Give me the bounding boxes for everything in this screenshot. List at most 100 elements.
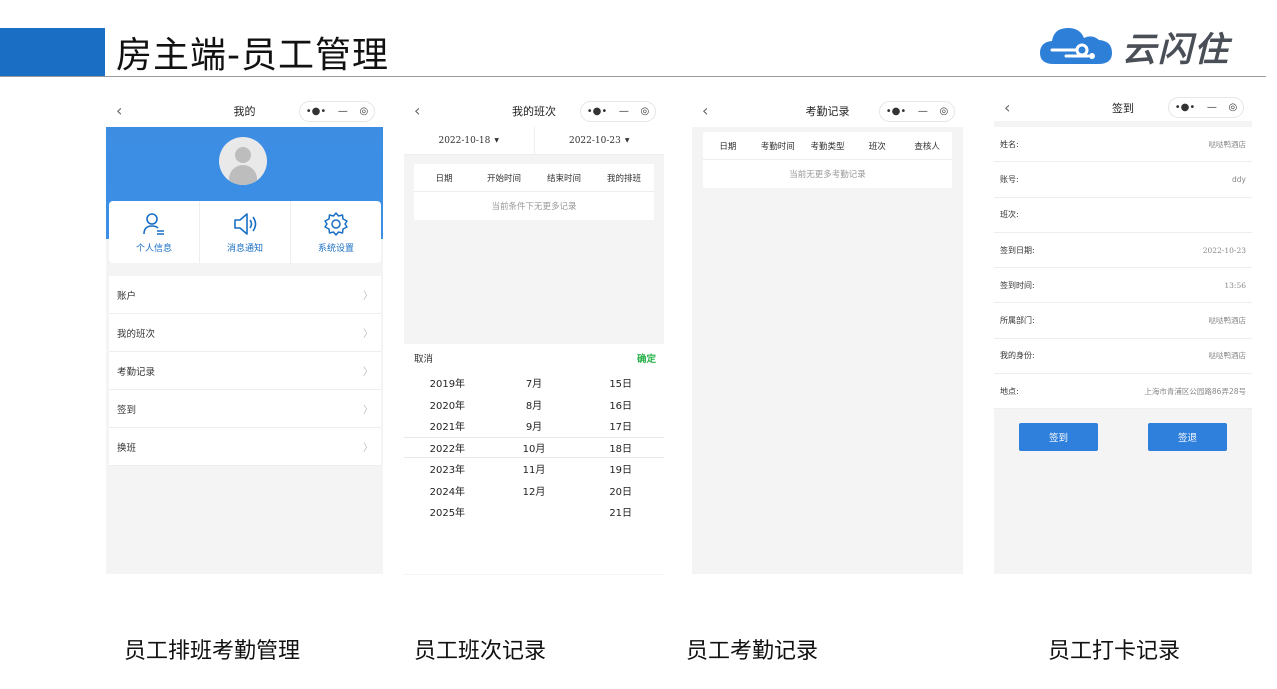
end-date-select[interactable]: 2022-10-23 ▼ [535,127,665,154]
column-header: 查核人 [914,141,940,152]
picker-month-option: 7月 [525,379,543,391]
close-target-icon[interactable]: ◎ [359,106,368,117]
picker-row[interactable]: 2022年 10月 18日 [404,436,664,458]
form-row: 我的身份: 哒哒鸭酒店 [994,339,1252,375]
start-date-value: 2022-10-18 [438,135,491,146]
minimize-icon[interactable]: — [1207,102,1217,113]
more-icon[interactable]: •●• [306,106,327,117]
caption-attendance: 员工考勤记录 [686,639,819,664]
speaker-icon [234,212,257,235]
back-arrow-icon[interactable]: ‹ [414,101,420,120]
sign-in-button[interactable]: 签到 [1019,423,1098,451]
picker-row[interactable]: 2023年 11月 19日 [404,458,664,480]
picker-day-option: 18日 [609,443,633,455]
picker-row[interactable]: 2020年 8月 16日 [404,394,664,416]
sign-out-button[interactable]: 签退 [1148,423,1227,451]
form-row: 签到时间: 13:56 [994,268,1252,304]
phone-sign-in: ‹ 签到 •●• — ◎ 姓名: 哒哒鸭酒店 账号: ddy 班次: 签到日期: 2022-… [994,95,1252,574]
back-arrow-icon[interactable]: ‹ [116,101,122,120]
column-header: 班次 [868,141,886,152]
shift-table: 日期 开始时间 结束时间 我的排班 当前条件下无更多记录 [414,164,654,220]
column-header: 结束时间 [546,173,581,184]
notifications-label: 消息通知 [226,243,263,254]
field-value: 2022-10-23 [1202,245,1246,255]
back-arrow-icon[interactable]: ‹ [1004,98,1010,117]
chevron-right-icon: 〉 [363,405,373,416]
field-label: 签到日期: [1000,245,1035,255]
column-header: 考勤类型 [810,141,845,152]
profile-menu: 账户〉 我的班次〉 考勤记录〉 签到〉 换班〉 [109,276,381,466]
column-header: 日期 [435,173,453,184]
picker-row[interactable]: 2021年 9月 17日 [404,415,664,437]
close-target-icon[interactable]: ◎ [640,106,649,117]
mini-program-capsule: •●• — ◎ [299,101,375,122]
column-header: 开始时间 [486,173,521,184]
picker-wheel[interactable]: 2019年 7月 15日 2020年 8月 16日 2021年 9月 17日 2022年 10月 18… [404,372,664,523]
caption-clock-in: 员工打卡记录 [1048,639,1181,664]
menu-label: 我的班次 [117,328,156,340]
picker-day-option: 20日 [609,486,633,498]
close-target-icon[interactable]: ◎ [939,106,948,117]
settings-button[interactable]: 系统设置 [291,201,381,263]
page-title: 房主端-员工管理 [116,35,389,76]
form-row: 姓名: 哒哒鸭酒店 [994,127,1252,163]
notifications-button[interactable]: 消息通知 [200,201,291,263]
caption-shifts: 员工班次记录 [414,639,547,664]
chevron-right-icon: 〉 [363,291,373,302]
confirm-button[interactable]: 确定 [637,351,656,365]
column-header: 考勤时间 [760,141,795,152]
menu-item-attendance[interactable]: 考勤记录 〉 [109,352,381,390]
field-value: 13:56 [1224,280,1246,290]
avatar[interactable] [219,137,267,185]
start-date-select[interactable]: 2022-10-18 ▼ [404,127,535,154]
picker-year-option: 2020年 [429,400,466,412]
more-icon[interactable]: •●• [1175,102,1196,113]
menu-item-my-shifts[interactable]: 我的班次 〉 [109,314,381,352]
more-icon[interactable]: •●• [587,106,608,117]
personal-info-button[interactable]: 个人信息 [109,201,200,263]
menu-item-account[interactable]: 账户 〉 [109,276,381,314]
menu-label: 考勤记录 [117,366,156,378]
column-header: 日期 [719,141,737,152]
nav-bar: ‹ 我的 •●• — ◎ [106,95,383,127]
header-accent-bar [0,28,105,77]
nav-bar: ‹ 签到 •●• — ◎ [994,95,1252,121]
sign-actions: 签到 签退 [994,423,1252,451]
more-icon[interactable]: •●• [886,106,907,117]
end-date-value: 2022-10-23 [568,135,621,146]
picker-year-option: 2021年 [429,422,466,434]
nav-title: 签到 [1112,102,1134,115]
menu-item-sign-in[interactable]: 签到 〉 [109,390,381,428]
picker-day-option: 15日 [609,379,633,391]
field-label: 地点: [1000,386,1019,396]
picker-row[interactable]: 2025年 21日 [404,501,664,523]
field-value: 哒哒鸭酒店 [1208,316,1247,326]
quick-actions: 个人信息 消息通知 系统设置 [109,201,381,263]
close-target-icon[interactable]: ◎ [1228,102,1237,113]
column-header: 我的排班 [606,173,641,184]
field-value: 哒哒鸭酒店 [1208,139,1247,149]
picker-month-option: 11月 [522,465,546,477]
picker-row[interactable]: 2024年 12月 20日 [404,480,664,502]
field-value: ddy [1232,174,1246,184]
mini-program-capsule: •●• — ◎ [580,101,656,122]
logo-text: 云闪住 [1122,29,1230,70]
picker-year-option: 2019年 [429,379,466,391]
minimize-icon[interactable]: — [619,106,629,117]
back-arrow-icon[interactable]: ‹ [702,101,708,120]
cancel-button[interactable]: 取消 [414,351,433,365]
minimize-icon[interactable]: — [338,106,348,117]
picker-row[interactable]: 2019年 7月 15日 [404,372,664,394]
menu-label: 换班 [117,442,137,454]
menu-item-swap-shift[interactable]: 换班 〉 [109,428,381,466]
minimize-icon[interactable]: — [918,106,928,117]
mini-program-capsule: •●• — ◎ [1168,97,1244,118]
field-label: 所属部门: [1000,316,1035,326]
personal-info-label: 个人信息 [135,243,172,254]
gear-icon [324,211,348,236]
picker-toolbar: 取消 确定 [404,344,664,372]
picker-year-option: 2024年 [429,486,466,498]
empty-state: 当前条件下无更多记录 [491,202,577,212]
user-list-icon [143,212,164,235]
form-row: 签到日期: 2022-10-23 [994,233,1252,269]
